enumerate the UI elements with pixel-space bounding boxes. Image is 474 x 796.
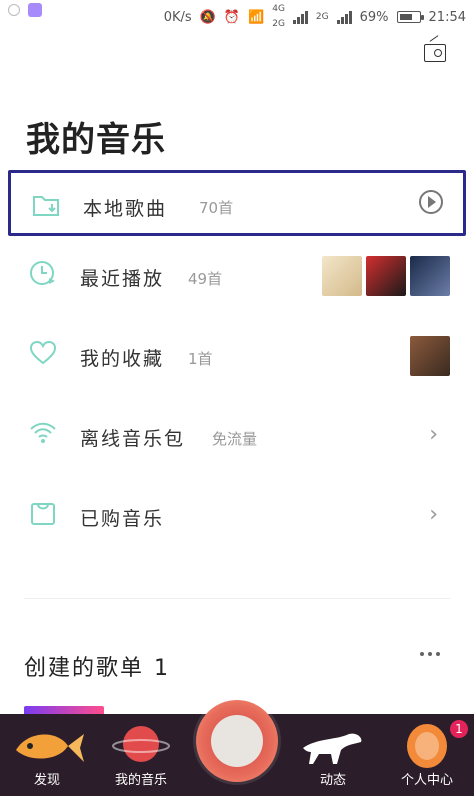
battery-fill xyxy=(399,14,412,20)
list-item-recent[interactable]: 最近播放 49首 xyxy=(0,236,474,316)
planet-icon xyxy=(112,726,170,762)
list-item-favorites[interactable]: 我的收藏 1首 xyxy=(0,316,474,396)
playlists-count: 1 xyxy=(154,656,171,681)
flame-egg-icon xyxy=(407,724,447,768)
battery-icon xyxy=(396,11,424,23)
battery-percent: 69% xyxy=(359,9,389,25)
folder-download-icon xyxy=(33,196,59,216)
favorites-thumbnail xyxy=(410,336,450,376)
more-icon[interactable] xyxy=(420,652,442,658)
chevron-right-icon[interactable]: › xyxy=(429,424,438,446)
playlists-title: 创建的歌单 xyxy=(24,656,145,681)
list-item-purchased[interactable]: 已购音乐 › xyxy=(0,476,474,556)
list-item-label: 我的收藏 xyxy=(80,348,165,370)
bag-music-icon xyxy=(31,503,55,525)
network-labels: 4G 2G xyxy=(272,2,285,32)
net-2g-label-a: 2G xyxy=(272,19,285,29)
mute-icon: 🔕 xyxy=(199,9,216,25)
album-thumbnail xyxy=(410,256,450,296)
list-item-local-songs[interactable]: 本地歌曲 70首 xyxy=(8,170,466,236)
nav-profile[interactable]: 1 个人中心 xyxy=(380,714,474,796)
play-circle-icon[interactable] xyxy=(419,190,443,214)
list-item-offline[interactable]: 离线音乐包 免流量 › xyxy=(0,396,474,476)
list-item-label: 本地歌曲 xyxy=(83,198,168,220)
nav-discover[interactable]: 发现 xyxy=(0,714,94,796)
horse-icon xyxy=(303,733,362,764)
recent-thumbnails xyxy=(322,256,450,296)
status-right: 0K/s 🔕 ⏰ 📶 4G 2G 2G 69% 21:54 xyxy=(164,2,466,32)
divider xyxy=(24,598,450,599)
signal-bars-b-icon xyxy=(336,10,352,24)
radio-icon[interactable] xyxy=(424,44,446,62)
album-thumbnail xyxy=(410,336,450,376)
status-bar: 0K/s 🔕 ⏰ 📶 4G 2G 2G 69% 21:54 xyxy=(0,0,474,29)
list-item-count: 免流量 xyxy=(212,430,258,448)
list-item-label: 最近播放 xyxy=(80,268,165,290)
music-list: 本地歌曲 70首 最近播放 49首 我的收藏 1首 离线音乐包 免流量 › 已购… xyxy=(0,170,474,556)
notification-dot-icon xyxy=(8,4,20,16)
nav-label: 我的音乐 xyxy=(114,773,168,788)
goldfish-icon xyxy=(16,734,84,762)
net-4g-label: 4G xyxy=(272,4,285,14)
chevron-right-icon[interactable]: › xyxy=(429,504,438,526)
app-notification-icon xyxy=(28,3,42,17)
heart-icon xyxy=(29,340,57,365)
list-item-label: 离线音乐包 xyxy=(80,428,186,450)
list-item-count: 70首 xyxy=(199,199,234,217)
nav-my-music[interactable]: 我的音乐 xyxy=(94,714,188,796)
wifi-icon xyxy=(30,422,56,443)
page-title: 我的音乐 xyxy=(26,120,166,160)
album-thumbnail xyxy=(322,256,362,296)
bottom-nav: 发现 我的音乐 动态 1 个人中心 xyxy=(0,700,474,796)
now-playing-disc[interactable] xyxy=(196,700,278,782)
list-item-count: 49首 xyxy=(188,270,223,288)
list-item-label: 已购音乐 xyxy=(80,508,165,530)
album-thumbnail xyxy=(366,256,406,296)
nav-label: 动态 xyxy=(319,773,347,788)
network-speed: 0K/s xyxy=(163,9,192,25)
net-2g-label-b: 2G xyxy=(315,11,329,22)
notification-badge: 1 xyxy=(450,720,468,738)
time: 21:54 xyxy=(428,9,466,25)
nav-label: 发现 xyxy=(33,773,61,788)
nav-now-playing[interactable] xyxy=(188,700,286,796)
playlists-header: 创建的歌单 1 xyxy=(24,650,170,682)
clock-play-icon xyxy=(30,261,55,285)
nav-label: 个人中心 xyxy=(400,773,454,788)
signal-bars-a-icon xyxy=(292,10,308,24)
nav-activity[interactable]: 动态 xyxy=(286,714,380,796)
wifi-status-icon: 📶 xyxy=(248,9,265,25)
alarm-icon: ⏰ xyxy=(223,9,241,25)
list-item-count: 1首 xyxy=(188,350,213,368)
status-left xyxy=(8,3,42,17)
